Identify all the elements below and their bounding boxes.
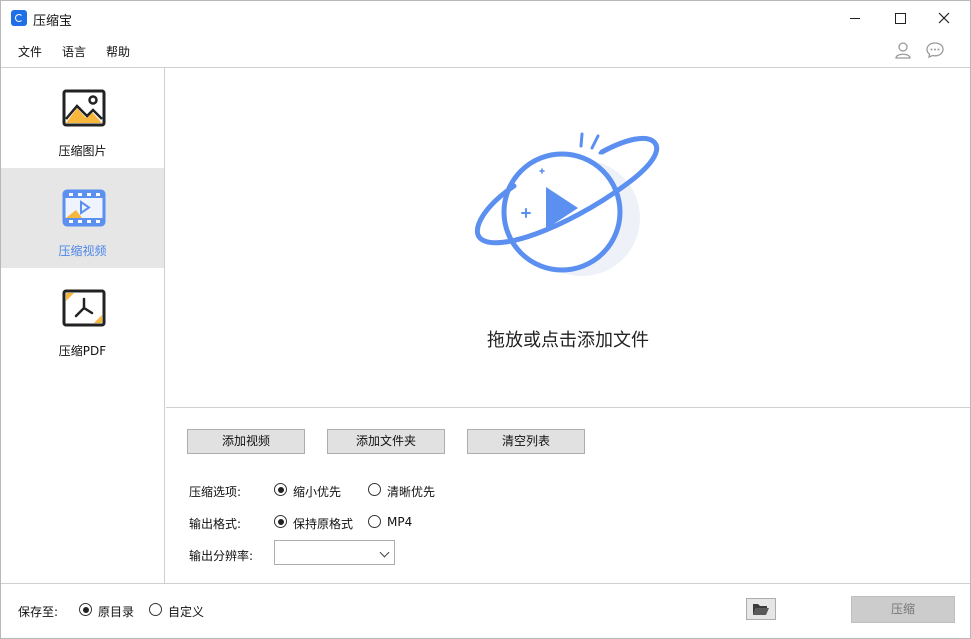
user-icon[interactable]: [894, 41, 912, 59]
planet-play-icon: [474, 132, 660, 276]
folder-open-icon: [753, 604, 769, 615]
video-icon: [62, 189, 106, 227]
menu-language[interactable]: 语言: [62, 43, 86, 60]
menu-file[interactable]: 文件: [18, 43, 42, 60]
sidebar-item-label: 压缩视频: [58, 244, 107, 258]
radio-original-dir[interactable]: [79, 603, 92, 616]
chevron-down-icon: [379, 547, 390, 558]
chat-icon[interactable]: [925, 41, 945, 59]
app-window: 压缩宝 文件 语言 帮助 压缩图片 压缩视频 压缩PDF 拖放或点击添加文件 添…: [0, 0, 971, 639]
sidebar: 压缩图片 压缩视频 压缩PDF: [1, 68, 165, 583]
file-drop-zone[interactable]: 拖放或点击添加文件: [166, 68, 970, 408]
sidebar-item-label: 压缩PDF: [58, 344, 107, 358]
close-icon: [938, 12, 950, 24]
sidebar-item-compress-pdf[interactable]: 压缩PDF: [1, 268, 164, 368]
app-logo-icon: [11, 10, 27, 26]
footer-bar: 保存至: 原目录 自定义 压缩: [1, 584, 970, 638]
sidebar-item-label: 压缩图片: [58, 144, 107, 158]
radio-custom-dir-label[interactable]: 自定义: [168, 603, 204, 620]
add-folder-button[interactable]: 添加文件夹: [327, 429, 445, 454]
radio-smaller-first[interactable]: [274, 483, 287, 496]
output-format-label: 输出格式:: [189, 517, 242, 531]
options-panel: 添加视频 添加文件夹 清空列表 压缩选项: 缩小优先 清晰优先 输出格式: 保持…: [166, 409, 970, 583]
add-video-button[interactable]: 添加视频: [187, 429, 305, 454]
radio-custom-dir[interactable]: [149, 603, 162, 616]
radio-mp4-label[interactable]: MP4: [387, 515, 412, 529]
image-icon: [62, 89, 106, 127]
sidebar-item-compress-video[interactable]: 压缩视频: [1, 168, 164, 268]
radio-smaller-first-label[interactable]: 缩小优先: [293, 483, 341, 500]
sidebar-item-compress-image[interactable]: 压缩图片: [1, 68, 164, 168]
open-folder-button[interactable]: [746, 598, 776, 620]
minimize-button[interactable]: [832, 1, 878, 35]
radio-keep-format[interactable]: [274, 515, 287, 528]
drop-zone-hint: 拖放或点击添加文件: [487, 330, 649, 351]
close-button[interactable]: [921, 1, 967, 35]
maximize-button[interactable]: [877, 1, 923, 35]
pdf-icon: [62, 289, 106, 327]
output-resolution-label: 输出分辨率:: [189, 549, 254, 563]
radio-keep-format-label[interactable]: 保持原格式: [293, 515, 353, 532]
radio-original-dir-label[interactable]: 原目录: [98, 603, 134, 620]
resolution-select[interactable]: [274, 540, 395, 565]
compress-button[interactable]: 压缩: [851, 596, 955, 623]
radio-mp4[interactable]: [368, 515, 381, 528]
radio-clarity-first[interactable]: [368, 483, 381, 496]
clear-list-button[interactable]: 清空列表: [467, 429, 585, 454]
menu-help[interactable]: 帮助: [106, 43, 130, 60]
title-bar: 压缩宝: [1, 1, 970, 35]
radio-clarity-first-label[interactable]: 清晰优先: [387, 483, 435, 500]
compress-option-label: 压缩选项:: [189, 485, 242, 499]
menu-bar: 文件 语言 帮助: [1, 35, 970, 67]
window-title: 压缩宝: [33, 14, 73, 29]
save-to-label: 保存至:: [18, 605, 59, 619]
